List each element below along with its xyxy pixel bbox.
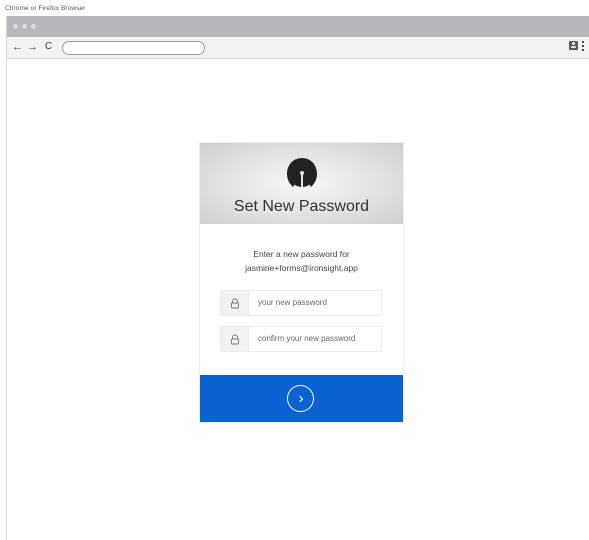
window-controls (13, 24, 36, 29)
confirm-password-field[interactable]: confirm your new password (220, 326, 382, 352)
back-button[interactable]: ← (12, 40, 23, 54)
window-caption: Chrome or Firefox Browser (5, 5, 86, 12)
card-title: Set New Password (233, 198, 370, 215)
confirm-password-placeholder: confirm your new password (258, 334, 356, 343)
instruction-line: Enter a new password for (253, 249, 350, 259)
address-bar[interactable] (62, 41, 205, 55)
browser-toolbar: ← → C (7, 37, 589, 59)
lock-icon (221, 327, 249, 351)
profile-icon[interactable] (569, 41, 578, 50)
maximize-window-dot[interactable] (31, 24, 36, 29)
new-password-field[interactable]: your new password (220, 290, 382, 316)
lock-icon (221, 291, 249, 315)
kebab-menu-icon[interactable] (582, 41, 584, 51)
browser-titlebar (7, 16, 589, 37)
reload-button[interactable]: C (45, 40, 52, 54)
new-password-placeholder: your new password (258, 298, 327, 307)
account-email: jasmine+forms@ironsight.app (245, 263, 358, 273)
logo-icon (287, 158, 317, 187)
forward-button[interactable]: → (27, 40, 38, 54)
card-header: Set New Password (200, 143, 403, 224)
instruction-text: Enter a new password for jasmine+forms@i… (200, 247, 403, 275)
close-window-dot[interactable] (13, 24, 18, 29)
chevron-right-icon (287, 385, 314, 412)
submit-button[interactable] (200, 375, 403, 422)
set-password-card: Set New Password Enter a new password fo… (200, 143, 403, 422)
minimize-window-dot[interactable] (22, 24, 27, 29)
